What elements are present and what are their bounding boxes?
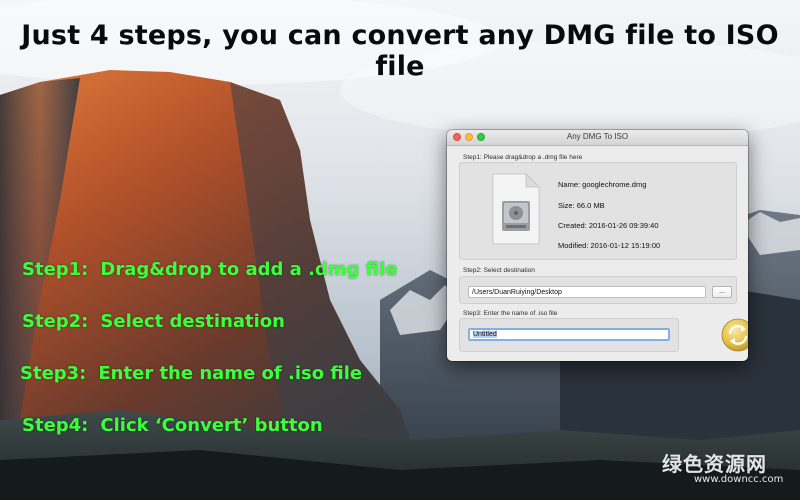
dmg-file-icon (492, 172, 541, 245)
step2-label: Step2: Select destination (463, 267, 535, 274)
file-name: Name: googlechrome.dmg (558, 180, 647, 189)
step-text: Enter the name of .iso file (98, 363, 363, 384)
destination-panel: /Users/DuanRuiying/Desktop ... (459, 276, 737, 304)
step-number: Step4: (22, 415, 89, 436)
step-text: Drag&drop to add a .dmg file (100, 259, 398, 280)
dmg-drop-zone[interactable]: Name: googlechrome.dmg Size: 66.0 MB Cre… (459, 162, 737, 260)
step-3-caption: Step3: Enter the name of .iso file (20, 363, 362, 384)
step-text: Select destination (100, 311, 285, 332)
iso-name-text: Untitled (473, 331, 497, 338)
watermark-brand: 绿色资源网 (662, 452, 767, 476)
step-number: Step1: (22, 259, 89, 280)
step3-label: Step3: Enter the name of .iso file (463, 310, 558, 317)
app-window: Any DMG To ISO Step1: Please drag&drop a… (447, 130, 748, 361)
file-created: Created: 2016-01-26 09:39:40 (558, 221, 659, 230)
file-size: Size: 66.0 MB (558, 201, 605, 210)
headline: Just 4 steps, you can convert any DMG fi… (21, 20, 779, 82)
step-4-caption: Step4: Click ‘Convert’ button (22, 415, 323, 436)
step-number: Step2: (22, 311, 89, 332)
browse-button[interactable]: ... (712, 286, 732, 298)
convert-button[interactable] (721, 318, 748, 352)
window-title: Any DMG To ISO (566, 132, 629, 141)
step-2-caption: Step2: Select destination (22, 311, 285, 332)
watermark-url: www.downcc.com (694, 474, 784, 485)
step-number: Step3: (20, 363, 87, 384)
iso-name-panel: Untitled (459, 318, 679, 352)
file-modified: Modified: 2016-01-12 15:19:00 (558, 241, 661, 250)
title-bar[interactable]: Any DMG To ISO (447, 130, 748, 146)
step1-label: Step1: Please drag&drop a .dmg file here (463, 154, 583, 161)
step-1-caption: Step1: Drag&drop to add a .dmg file (22, 259, 397, 280)
destination-path-field[interactable]: /Users/DuanRuiying/Desktop (468, 286, 706, 298)
step-text: Click ‘Convert’ button (100, 415, 323, 436)
iso-name-input[interactable]: Untitled (468, 328, 670, 341)
